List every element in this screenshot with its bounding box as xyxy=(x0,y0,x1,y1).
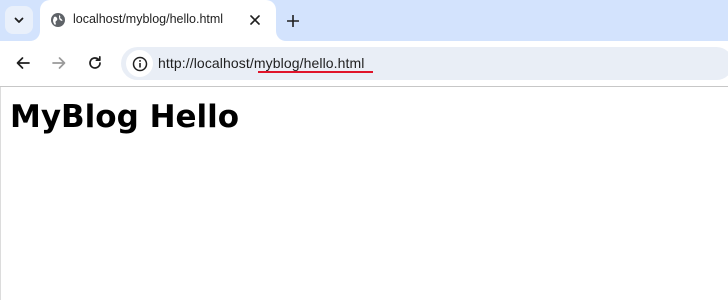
info-icon xyxy=(132,56,147,71)
reload-icon xyxy=(89,55,101,69)
chevron-down-icon xyxy=(14,17,24,23)
arrow-left-icon xyxy=(16,57,30,69)
plus-icon xyxy=(287,15,299,27)
toolbar: http://localhost/myblog/hello.html xyxy=(0,41,728,87)
forward-button[interactable] xyxy=(45,49,73,77)
tab-active[interactable]: localhost/myblog/hello.html xyxy=(40,0,276,41)
tab-strip: localhost/myblog/hello.html xyxy=(0,0,728,41)
browser-window: localhost/myblog/hello.html http://local… xyxy=(0,0,728,300)
arrow-right-icon xyxy=(52,57,66,69)
url-highlight-underline xyxy=(258,71,373,73)
url-text[interactable]: http://localhost/myblog/hello.html xyxy=(158,55,365,71)
page-heading: MyBlog Hello xyxy=(10,99,240,135)
reload-button[interactable] xyxy=(81,49,109,77)
new-tab-button[interactable] xyxy=(280,8,306,34)
tab-close-button[interactable] xyxy=(245,10,265,30)
tab-title: localhost/myblog/hello.html xyxy=(73,12,224,26)
close-icon xyxy=(250,15,260,25)
globe-icon xyxy=(51,13,65,27)
site-info-button[interactable] xyxy=(126,50,153,77)
address-bar[interactable]: http://localhost/myblog/hello.html xyxy=(121,47,728,80)
tab-search-button[interactable] xyxy=(5,6,33,34)
page-content: MyBlog Hello xyxy=(0,87,728,300)
back-button[interactable] xyxy=(9,49,37,77)
